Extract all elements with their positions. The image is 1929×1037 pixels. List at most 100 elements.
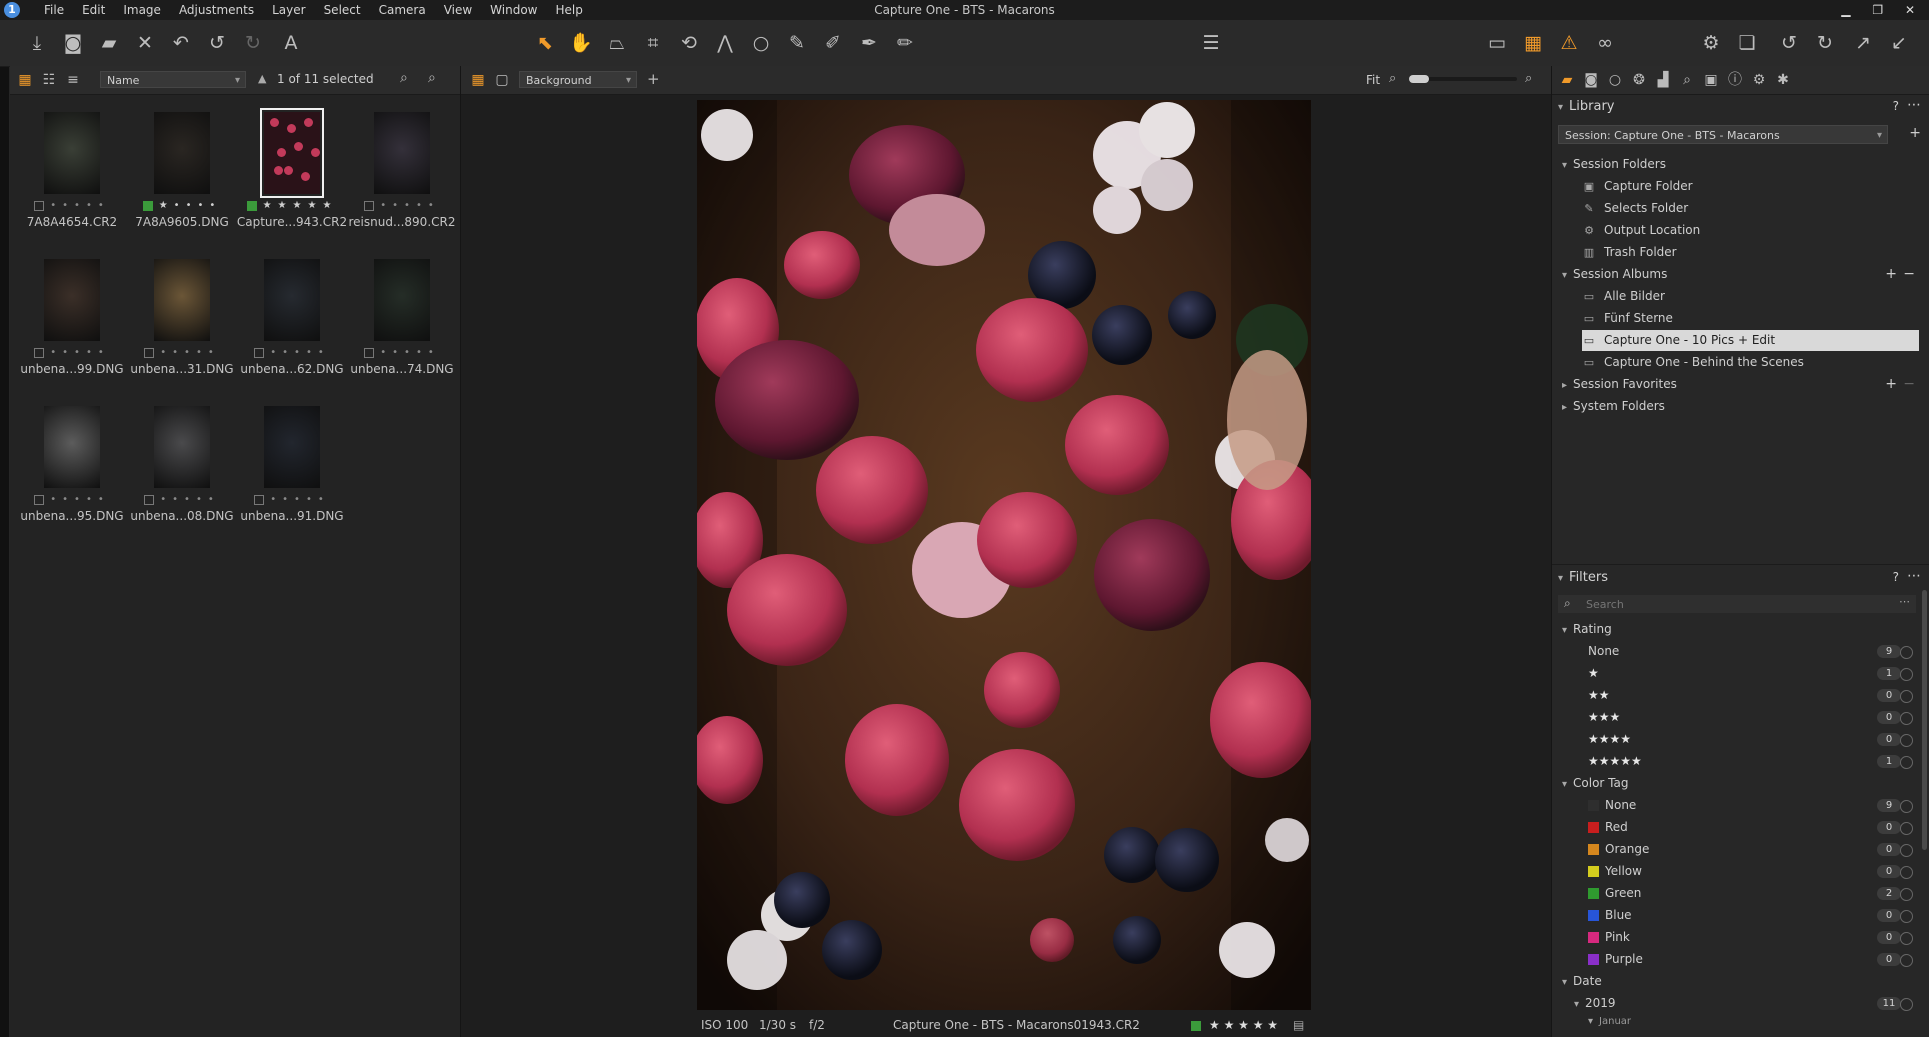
proof-icon[interactable]: ▭: [1484, 30, 1510, 56]
rating-stars[interactable]: •••••: [270, 347, 330, 358]
rating-filter-toggle[interactable]: [1900, 756, 1913, 769]
zoom-out-icon[interactable]: ⌕: [1389, 71, 1396, 86]
date-header[interactable]: ▾ Date: [1562, 971, 1919, 992]
thumbnail[interactable]: ••••• 7A8A4654.CR2: [18, 112, 126, 252]
color-tag-box[interactable]: [144, 348, 155, 358]
rating-stars[interactable]: •••••: [380, 347, 440, 358]
thumbnail[interactable]: ••••• unbena...99.DNG: [18, 259, 126, 399]
thumbnail-rating[interactable]: •••••: [348, 200, 456, 212]
rating-stars[interactable]: •••••: [50, 347, 110, 358]
zoom-slider[interactable]: [1409, 75, 1517, 83]
rating-stars[interactable]: ★★★★★: [263, 200, 338, 211]
layout-icon[interactable]: ☰: [1198, 30, 1224, 56]
filters-scrollbar[interactable]: [1922, 590, 1927, 850]
list-view-icon[interactable]: ☷: [36, 67, 62, 93]
thumbnail-image[interactable]: [154, 406, 210, 488]
settings-gear-icon[interactable]: ⚙: [1698, 30, 1724, 56]
thumbnail-rating[interactable]: •••••: [128, 347, 236, 359]
grid-icon[interactable]: ▦: [1520, 30, 1546, 56]
thumbnail-image[interactable]: [154, 259, 210, 341]
menu-file[interactable]: File: [44, 0, 64, 20]
filmstrip-view-icon[interactable]: ≡: [60, 67, 86, 93]
eraser-icon[interactable]: ✏: [892, 30, 918, 56]
single-view-icon[interactable]: ▢: [489, 67, 515, 93]
picker-icon[interactable]: ✎: [784, 30, 810, 56]
main-photo[interactable]: [697, 100, 1311, 1010]
color-tag-filter-toggle[interactable]: [1900, 800, 1913, 813]
thumbnail[interactable]: ••••• reisnud...890.CR2: [348, 112, 456, 252]
session-album-item[interactable]: ▭ Fünf Sterne: [1582, 308, 1919, 329]
import-arrow-icon[interactable]: ↙: [1886, 30, 1912, 56]
thumbnail-image[interactable]: [154, 112, 210, 194]
filters-help-icon[interactable]: ?: [1893, 570, 1899, 584]
rating-stars[interactable]: •••••: [50, 494, 110, 505]
color-tag-filter-row[interactable]: Pink 0: [1588, 927, 1919, 948]
system-folders-header[interactable]: ▸ System Folders: [1562, 396, 1919, 417]
thumbnail-rating[interactable]: ★••••: [128, 200, 236, 212]
thumbnail[interactable]: ★•••• 7A8A9605.DNG: [128, 112, 236, 252]
reset-icon[interactable]: ↶: [168, 30, 194, 56]
copy-icon[interactable]: ❏: [1734, 30, 1760, 56]
session-folders-header[interactable]: ▾ Session Folders: [1562, 154, 1919, 175]
color-tab-icon[interactable]: ❂: [1630, 71, 1648, 89]
thumbnail-rating[interactable]: •••••: [348, 347, 456, 359]
add-favorite-icon[interactable]: +: [1885, 374, 1897, 395]
multi-view-icon[interactable]: ▦: [465, 67, 491, 93]
zoom-fit-label[interactable]: Fit: [1366, 73, 1380, 87]
adjustments-tab-icon[interactable]: ▣: [1702, 71, 1720, 89]
filters-header[interactable]: ▾ Filters: [1558, 570, 1608, 585]
color-tag-filter-row[interactable]: Purple 0: [1588, 949, 1919, 970]
color-tag-filter-toggle[interactable]: [1900, 932, 1913, 945]
rating-stars[interactable]: ★••••: [159, 200, 222, 211]
rating-filter-toggle[interactable]: [1900, 712, 1913, 725]
thumbnail[interactable]: ••••• unbena...08.DNG: [128, 406, 236, 546]
redo-icon[interactable]: ↻: [240, 30, 266, 56]
session-favorites-header[interactable]: ▸ Session Favorites + −: [1562, 374, 1919, 395]
rating-stars[interactable]: •••••: [160, 347, 220, 358]
thumbnail[interactable]: ★★★★★ Capture...943.CR2: [237, 108, 347, 252]
close-icon[interactable]: ✕: [1905, 3, 1915, 17]
menu-adjustments[interactable]: Adjustments: [179, 0, 254, 20]
color-tag-box[interactable]: [142, 201, 153, 211]
metadata-tab-icon[interactable]: ⓘ: [1726, 71, 1744, 89]
thumbnail[interactable]: ••••• unbena...91.DNG: [238, 406, 346, 546]
session-album-item[interactable]: ▭ Alle Bilder: [1582, 286, 1919, 307]
color-tag-box[interactable]: [34, 348, 45, 358]
open-folder-icon[interactable]: ▰: [96, 30, 122, 56]
menu-select[interactable]: Select: [324, 0, 361, 20]
menu-edit[interactable]: Edit: [82, 0, 105, 20]
app-logo-icon[interactable]: 1: [4, 2, 20, 18]
sort-select[interactable]: Name ▾: [100, 71, 246, 88]
session-folder-item[interactable]: ✎ Selects Folder: [1582, 198, 1919, 219]
thumbnail-rating[interactable]: •••••: [238, 494, 346, 506]
thumbnail-image[interactable]: [264, 259, 320, 341]
thumbnail-image[interactable]: [44, 112, 100, 194]
remove-album-icon[interactable]: −: [1903, 264, 1915, 285]
minimize-icon[interactable]: ▁: [1841, 3, 1850, 17]
thumbnail-rating[interactable]: •••••: [18, 200, 126, 212]
session-album-item[interactable]: ▭ Capture One - 10 Pics + Edit: [1582, 330, 1919, 351]
date-year-toggle[interactable]: [1900, 998, 1913, 1011]
thumbnail-rating[interactable]: •••••: [18, 494, 126, 506]
rating-filter-row[interactable]: None 9: [1588, 641, 1919, 662]
crop-icon[interactable]: ⌗: [640, 30, 666, 56]
color-tag-box[interactable]: [34, 495, 45, 505]
rating-filter-row[interactable]: ★★★★★ 1: [1588, 751, 1919, 772]
color-tag-filter-row[interactable]: Blue 0: [1588, 905, 1919, 926]
color-tag-box[interactable]: [254, 495, 265, 505]
rotate-icon[interactable]: ⟲: [676, 30, 702, 56]
star-rating[interactable]: ★ ★ ★ ★ ★: [1209, 1018, 1278, 1032]
info-icon[interactable]: ▤: [1293, 1018, 1304, 1032]
library-header[interactable]: ▾ Library: [1558, 99, 1615, 114]
import-icon[interactable]: ⤓: [24, 30, 50, 56]
rating-header[interactable]: ▾ Rating: [1562, 619, 1919, 640]
rating-filter-toggle[interactable]: [1900, 734, 1913, 747]
zoom-in-icon[interactable]: ⌕: [1525, 71, 1532, 86]
rating-stars[interactable]: •••••: [380, 200, 440, 211]
filters-more-icon[interactable]: ⋯: [1907, 568, 1921, 584]
color-tag-filter-toggle[interactable]: [1900, 844, 1913, 857]
color-tag-box[interactable]: [254, 348, 265, 358]
thumbnail-rating[interactable]: •••••: [238, 347, 346, 359]
rating-filter-toggle[interactable]: [1900, 668, 1913, 681]
undo-icon[interactable]: ↺: [204, 30, 230, 56]
